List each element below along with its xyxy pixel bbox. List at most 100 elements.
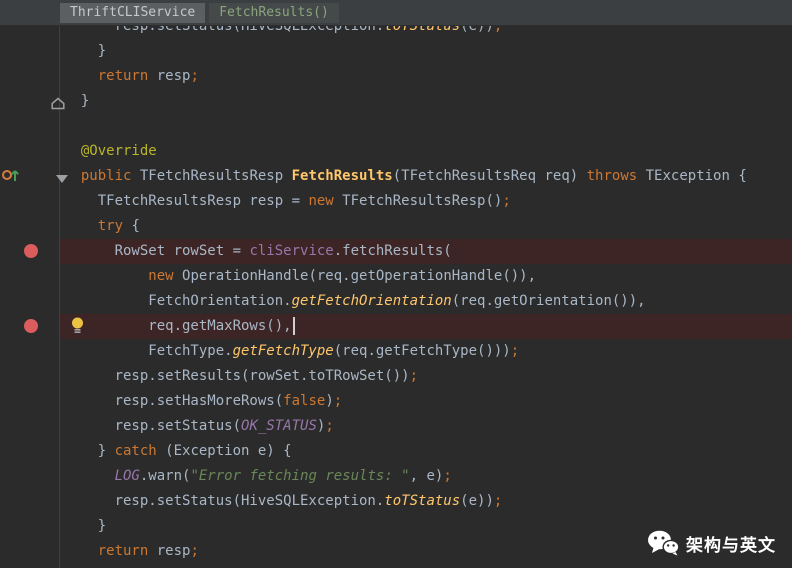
code-token: resp.setStatus(HiveSQLException. (64, 26, 385, 34)
code-token: (TFetchResultsReq req) (392, 168, 587, 184)
code-line[interactable]: resp.setStatus(HiveSQLException.toTStatu… (60, 26, 792, 39)
code-token: { (123, 218, 140, 234)
code-token: ; (502, 193, 511, 209)
code-token: ) (325, 393, 334, 409)
code-line[interactable]: resp.setHasMoreRows(false); (60, 389, 792, 414)
code-token: catch (114, 443, 157, 459)
code-token: OperationHandle(req.getOperationHandle()… (173, 268, 537, 284)
code-token: @Override (80, 143, 157, 159)
code-token: resp (148, 68, 191, 84)
code-token: toTStatus (384, 493, 461, 509)
code-token: } (64, 443, 115, 459)
code-line[interactable]: req.getMaxRows(), (60, 314, 792, 339)
code-token: toTStatus (384, 26, 461, 34)
code-token: ; (190, 68, 199, 84)
code-token: try (97, 218, 124, 234)
code-token: FetchType. (64, 343, 233, 359)
code-token: ; (510, 343, 520, 359)
code-line[interactable]: public TFetchResultsResp FetchResults(TF… (60, 164, 792, 189)
breadcrumb-bar: ThriftCLIService FetchResults() (0, 0, 792, 26)
code-token: TFetchResultsResp (139, 168, 292, 184)
code-line[interactable]: resp.setStatus(HiveSQLException.toTStatu… (60, 489, 792, 514)
code-line[interactable]: FetchOrientation.getFetchOrientation(req… (60, 289, 792, 314)
code-token: resp.setResults(rowSet.toTRowSet()) (64, 368, 410, 384)
code-token: new (308, 193, 334, 209)
code-token: "Error fetching results: " (190, 468, 410, 484)
code-token: req.getMaxRows(), (64, 318, 292, 334)
breadcrumb-class[interactable]: ThriftCLIService (60, 2, 206, 23)
code-token: cliService (249, 243, 334, 259)
code-token: public (80, 168, 140, 184)
code-line[interactable]: @Override (60, 139, 792, 164)
code-token: resp (148, 543, 191, 559)
code-token: ; (443, 468, 452, 484)
code-token: return (97, 543, 149, 559)
overriding-method-icon[interactable] (2, 167, 19, 186)
code-line[interactable]: return resp; (60, 64, 792, 89)
code-token: return (97, 68, 149, 84)
code-token: (e)) (460, 26, 494, 34)
breakpoint-icon[interactable] (24, 319, 38, 333)
code-token: throws (586, 168, 638, 184)
code-token: false (283, 393, 326, 409)
code-token: OK_STATUS (241, 418, 317, 434)
code-token: TFetchResultsResp() (333, 193, 503, 209)
fold-arrow-down-icon[interactable] (55, 169, 69, 188)
code-token: FetchResults (291, 168, 393, 184)
code-editor[interactable]: resp.setStatus(HiveSQLException.toTStatu… (0, 26, 792, 568)
watermark: 架构与英文 (647, 530, 776, 556)
code-lines: resp.setStatus(HiveSQLException.toTStatu… (60, 26, 792, 564)
code-token: ; (493, 26, 503, 34)
code-token: (e)) (460, 493, 494, 509)
code-token: getFetchType (232, 343, 334, 359)
code-line[interactable]: RowSet rowSet = cliService.fetchResults( (60, 239, 792, 264)
code-line[interactable]: } (60, 89, 792, 114)
fold-region-end-icon[interactable] (51, 95, 65, 114)
code-token: ; (325, 418, 334, 434)
text-cursor (292, 317, 295, 335)
code-token: (req.getFetchType())) (333, 343, 511, 359)
code-token: resp.setHasMoreRows( (64, 393, 284, 409)
code-line[interactable]: TFetchResultsResp resp = new TFetchResul… (60, 189, 792, 214)
code-line[interactable]: resp.setResults(rowSet.toTRowSet()); (60, 364, 792, 389)
code-token: LOG (114, 468, 140, 484)
wechat-icon (648, 530, 679, 556)
code-token: resp.setStatus( (64, 418, 242, 434)
code-line[interactable]: FetchType.getFetchType(req.getFetchType(… (60, 339, 792, 364)
code-token: ; (333, 393, 343, 409)
code-token: TFetchResultsResp resp = (64, 193, 309, 209)
breadcrumb-method[interactable]: FetchResults() (209, 2, 339, 23)
code-token: ; (409, 368, 419, 384)
breakpoint-icon[interactable] (24, 244, 38, 258)
code-token: ; (493, 493, 503, 509)
code-token: , e) (409, 468, 444, 484)
code-token: ; (190, 543, 199, 559)
code-token: resp.setStatus(HiveSQLException. (64, 493, 385, 509)
watermark-text: 架构与英文 (686, 535, 776, 556)
intention-bulb-icon[interactable] (70, 317, 85, 338)
code-token: RowSet rowSet = (64, 243, 250, 259)
code-line[interactable]: new OperationHandle(req.getOperationHand… (60, 264, 792, 289)
code-token: getFetchOrientation (291, 293, 452, 309)
code-token: new (148, 268, 174, 284)
ide-window: ThriftCLIService FetchResults() resp.set… (0, 0, 792, 568)
code-token: FetchOrientation. (64, 293, 292, 309)
code-line[interactable]: } (60, 39, 792, 64)
code-token: TException { (637, 168, 747, 184)
code-token: } (64, 93, 90, 109)
code-line[interactable]: LOG.warn("Error fetching results: ", e); (60, 464, 792, 489)
code-line[interactable]: } catch (Exception e) { (60, 439, 792, 464)
code-line[interactable] (60, 114, 792, 139)
code-line[interactable]: resp.setStatus(OK_STATUS); (60, 414, 792, 439)
code-token: (Exception e) { (156, 443, 292, 459)
code-token: } (64, 43, 107, 59)
code-token: (req.getOrientation()), (451, 293, 646, 309)
code-line[interactable]: try { (60, 214, 792, 239)
code-token: .warn( (139, 468, 191, 484)
